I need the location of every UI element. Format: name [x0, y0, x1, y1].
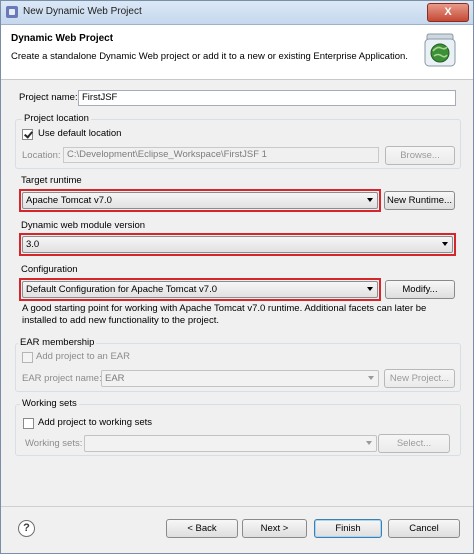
module-version-dropdown[interactable]: 3.0	[22, 236, 453, 253]
configuration-label: Configuration	[21, 264, 78, 275]
title-bar[interactable]: New Dynamic Web Project X	[1, 1, 473, 25]
add-to-working-sets-checkbox[interactable]	[23, 418, 34, 429]
add-to-working-sets-label: Add project to working sets	[38, 417, 153, 428]
configuration-description: A good starting point for working with A…	[22, 303, 427, 326]
wizard-header: Dynamic Web Project Create a standalone …	[1, 25, 473, 80]
use-default-location-checkbox[interactable]	[22, 129, 33, 140]
app-icon	[6, 6, 18, 18]
use-default-location-label: Use default location	[38, 128, 122, 139]
ear-project-name-label: EAR project name:	[22, 373, 102, 384]
back-button[interactable]: < Back	[166, 519, 238, 538]
working-sets-field-label: Working sets:	[25, 438, 83, 449]
new-ear-project-button[interactable]: New Project...	[384, 369, 455, 388]
window-title: New Dynamic Web Project	[23, 6, 142, 17]
configuration-dropdown[interactable]: Default Configuration for Apache Tomcat …	[22, 281, 378, 298]
cancel-button[interactable]: Cancel	[388, 519, 460, 538]
header-description: Create a standalone Dynamic Web project …	[11, 51, 408, 62]
working-sets-dropdown[interactable]	[84, 435, 377, 452]
location-input[interactable]: C:\Development\Eclipse_Workspace\FirstJS…	[63, 147, 379, 163]
dialog-window: New Dynamic Web Project X Dynamic Web Pr…	[0, 0, 474, 554]
add-to-ear-checkbox[interactable]	[22, 352, 33, 363]
ear-project-name-value: EAR	[105, 373, 125, 384]
target-runtime-value: Apache Tomcat v7.0	[26, 195, 112, 206]
target-runtime-dropdown[interactable]: Apache Tomcat v7.0	[22, 192, 378, 209]
chevron-down-icon	[366, 441, 372, 445]
add-to-ear-label: Add project to an EAR	[36, 351, 130, 362]
chevron-down-icon	[368, 376, 374, 380]
project-name-label: Project name:	[19, 92, 78, 103]
modify-button[interactable]: Modify...	[385, 280, 455, 299]
module-version-value: 3.0	[26, 239, 40, 250]
ear-membership-label: EAR membership	[18, 337, 97, 348]
working-sets-label: Working sets	[20, 398, 79, 409]
chevron-down-icon	[442, 242, 448, 246]
module-version-label: Dynamic web module version	[21, 220, 146, 231]
configuration-value: Default Configuration for Apache Tomcat …	[26, 284, 217, 295]
project-name-input[interactable]: FirstJSF	[78, 90, 456, 106]
help-icon[interactable]: ?	[18, 520, 35, 537]
next-button[interactable]: Next >	[242, 519, 307, 538]
project-location-label: Project location	[22, 113, 91, 124]
browse-button[interactable]: Browse...	[385, 146, 455, 165]
chevron-down-icon	[367, 198, 373, 202]
new-runtime-button[interactable]: New Runtime...	[384, 191, 455, 210]
target-runtime-label: Target runtime	[21, 175, 82, 186]
footer-separator	[1, 506, 473, 507]
select-working-sets-button[interactable]: Select...	[378, 434, 450, 453]
chevron-down-icon	[367, 287, 373, 291]
close-button[interactable]: X	[427, 3, 469, 22]
finish-button[interactable]: Finish	[314, 519, 382, 538]
header-title: Dynamic Web Project	[11, 33, 114, 44]
web-project-icon	[424, 33, 456, 67]
location-label: Location:	[22, 150, 61, 161]
ear-project-name-dropdown[interactable]: EAR	[101, 370, 379, 387]
